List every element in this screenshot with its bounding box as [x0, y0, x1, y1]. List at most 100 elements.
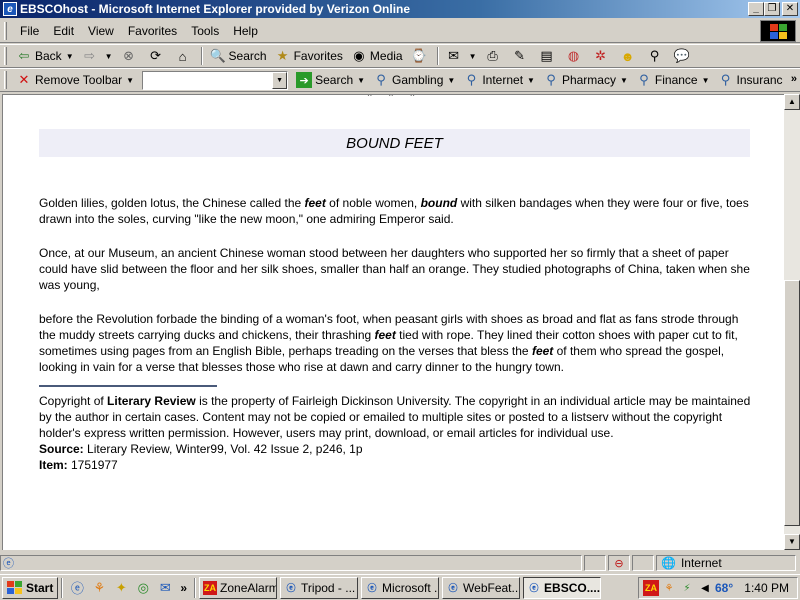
media-button[interactable]: ◉ Media	[347, 46, 407, 66]
magnifier-icon: ⚲	[376, 72, 386, 87]
remove-toolbar-label: Remove Toolbar	[35, 73, 123, 87]
scroll-down-button[interactable]: ▼	[784, 534, 800, 550]
forward-button[interactable]: ⇨ ▼	[78, 46, 117, 66]
start-label: Start	[26, 580, 54, 595]
search-icon: 🔍	[209, 48, 226, 63]
volume-tray-icon[interactable]: ◀	[697, 580, 713, 596]
paragraph-3: before the Revolution forbade the bindin…	[39, 311, 755, 375]
toolbar-search-label: Search	[315, 73, 354, 87]
favorites-label: Favorites	[293, 49, 343, 63]
stop-button[interactable]: ⊗	[117, 46, 144, 66]
chevron-down-icon[interactable]: ▼	[469, 52, 477, 61]
toolbar-grip[interactable]	[4, 47, 7, 65]
link-finance[interactable]: ⚲ Finance ▼	[632, 70, 714, 90]
vertical-scrollbar[interactable]: ▲ ▼	[784, 94, 800, 550]
weather-temperature[interactable]: 68°	[715, 581, 733, 595]
go-arrow-icon: ➔	[296, 72, 313, 88]
highlight-term: feet	[374, 328, 396, 342]
remove-toolbar-button[interactable]: ✕ Remove Toolbar ▼	[12, 70, 138, 90]
research-button[interactable]: ◍	[562, 46, 589, 66]
menu-view[interactable]: View	[81, 22, 121, 40]
menu-favorites[interactable]: Favorites	[121, 22, 184, 40]
messenger-tray-icon[interactable]: ⚘	[661, 580, 677, 596]
item-value: 1751977	[67, 458, 118, 472]
discuss-button[interactable]: ▤	[535, 46, 562, 66]
task-button-tripod[interactable]: ⓔ Tripod - ...	[280, 576, 359, 599]
chevron-down-icon[interactable]: ▼	[447, 76, 455, 85]
text-run: of noble women,	[325, 196, 421, 210]
history-button[interactable]: ⌚	[407, 46, 434, 66]
task-button-ebsco[interactable]: ⓔ EBSCO....	[523, 576, 602, 599]
messenger-quicklaunch-icon[interactable]: ⚘	[90, 579, 108, 597]
menu-edit[interactable]: Edit	[46, 22, 81, 40]
zonealarm-tray-icon[interactable]: ZA	[643, 580, 659, 596]
toolbar-search-input[interactable]	[143, 71, 272, 89]
chat-button[interactable]: 💬	[670, 46, 697, 66]
publication-name: Literary Review	[107, 394, 196, 408]
link-insurance[interactable]: ⚲ Insuranc	[714, 70, 787, 90]
scroll-up-button[interactable]: ▲	[784, 94, 800, 110]
history-icon: ⌚	[410, 48, 427, 63]
task-button-webfeat[interactable]: ⓔ WebFeat...	[442, 576, 521, 599]
restore-button[interactable]: ❐	[764, 2, 780, 16]
chevron-down-icon[interactable]: ▼	[357, 76, 365, 85]
minimize-button[interactable]: _	[748, 2, 764, 16]
status-panel	[632, 555, 654, 571]
security-zone-panel: 🌐 Internet	[656, 555, 796, 571]
link-gambling[interactable]: ⚲ Gambling ▼	[369, 70, 459, 90]
toolbar-search-button[interactable]: ➔ Search ▼	[292, 70, 369, 90]
task-button-zonealarm[interactable]: ZA ZoneAlarm	[199, 576, 278, 599]
chevron-down-icon[interactable]: ▼	[272, 71, 288, 89]
close-button[interactable]: ✕	[782, 2, 798, 16]
media-quicklaunch-icon[interactable]: ◎	[134, 579, 152, 597]
ie-icon: e	[3, 2, 17, 16]
source-value: Literary Review, Winter99, Vol. 42 Issue…	[83, 442, 363, 456]
task-label: Microsoft ...	[382, 580, 440, 595]
system-tray: ZA ⚘ ⚡ ◀ 68° 1:40 PM	[638, 577, 798, 599]
chevron-down-icon[interactable]: ▼	[527, 76, 535, 85]
chevron-down-icon[interactable]: ▼	[702, 76, 710, 85]
folder-quicklaunch-icon[interactable]: ✦	[112, 579, 130, 597]
back-button[interactable]: ⇦ Back ▼	[12, 46, 78, 66]
chevron-down-icon[interactable]: ▼	[126, 76, 134, 85]
menu-help[interactable]: Help	[226, 22, 265, 40]
task-label: Tripod - ...	[301, 580, 356, 595]
start-button[interactable]: Start	[2, 576, 59, 599]
more-chevron-icon[interactable]: »	[791, 73, 797, 85]
link-gambling-label: Gambling	[392, 73, 444, 87]
contacts-button[interactable]: ⚲	[643, 46, 670, 66]
task-button-microsoft[interactable]: ⓔ Microsoft ...	[361, 576, 440, 599]
window-title: EBSCOhost - Microsoft Internet Explorer …	[20, 2, 411, 16]
messenger-button[interactable]: ☻	[616, 46, 643, 66]
link-internet[interactable]: ⚲ Internet ▼	[459, 70, 539, 90]
chevron-down-icon[interactable]: ▼	[620, 76, 628, 85]
quicklaunch-chevron-icon[interactable]: »	[180, 581, 187, 595]
item-label: Item:	[39, 458, 68, 472]
link-pharmacy[interactable]: ⚲ Pharmacy ▼	[539, 70, 632, 90]
search-button[interactable]: 🔍 Search	[206, 46, 271, 66]
edit-button[interactable]: ✎	[508, 46, 535, 66]
clock[interactable]: 1:40 PM	[744, 581, 789, 595]
print-button[interactable]: ⎙	[481, 46, 508, 66]
home-button[interactable]: ⌂	[171, 46, 198, 66]
favorites-button[interactable]: ★ Favorites	[271, 46, 347, 66]
outlook-quicklaunch-icon[interactable]: ✉	[156, 579, 174, 597]
article-body: Golden lilies, golden lotus, the Chinese…	[39, 195, 755, 473]
scrollbar-thumb[interactable]	[784, 280, 800, 526]
ie-quicklaunch-icon[interactable]: ⓔ	[68, 579, 86, 597]
windows-logo-icon	[760, 20, 796, 42]
gear-icon: ✲	[595, 48, 606, 63]
gear-button[interactable]: ✲	[589, 46, 616, 66]
toolbar-grip[interactable]	[4, 21, 7, 40]
network-tray-icon[interactable]: ⚡	[679, 580, 695, 596]
link-finance-label: Finance	[654, 73, 698, 87]
mail-button[interactable]: ✉ ▼	[442, 46, 481, 66]
toolbar-grip[interactable]	[4, 71, 7, 89]
article-title: BOUND FEET	[346, 134, 443, 152]
menu-file[interactable]: File	[13, 22, 46, 40]
chevron-down-icon[interactable]: ▼	[105, 52, 113, 61]
chevron-down-icon[interactable]: ▼	[66, 52, 74, 61]
menu-tools[interactable]: Tools	[184, 22, 226, 40]
refresh-button[interactable]: ⟳	[144, 46, 171, 66]
section-stars: * * *	[366, 94, 422, 103]
